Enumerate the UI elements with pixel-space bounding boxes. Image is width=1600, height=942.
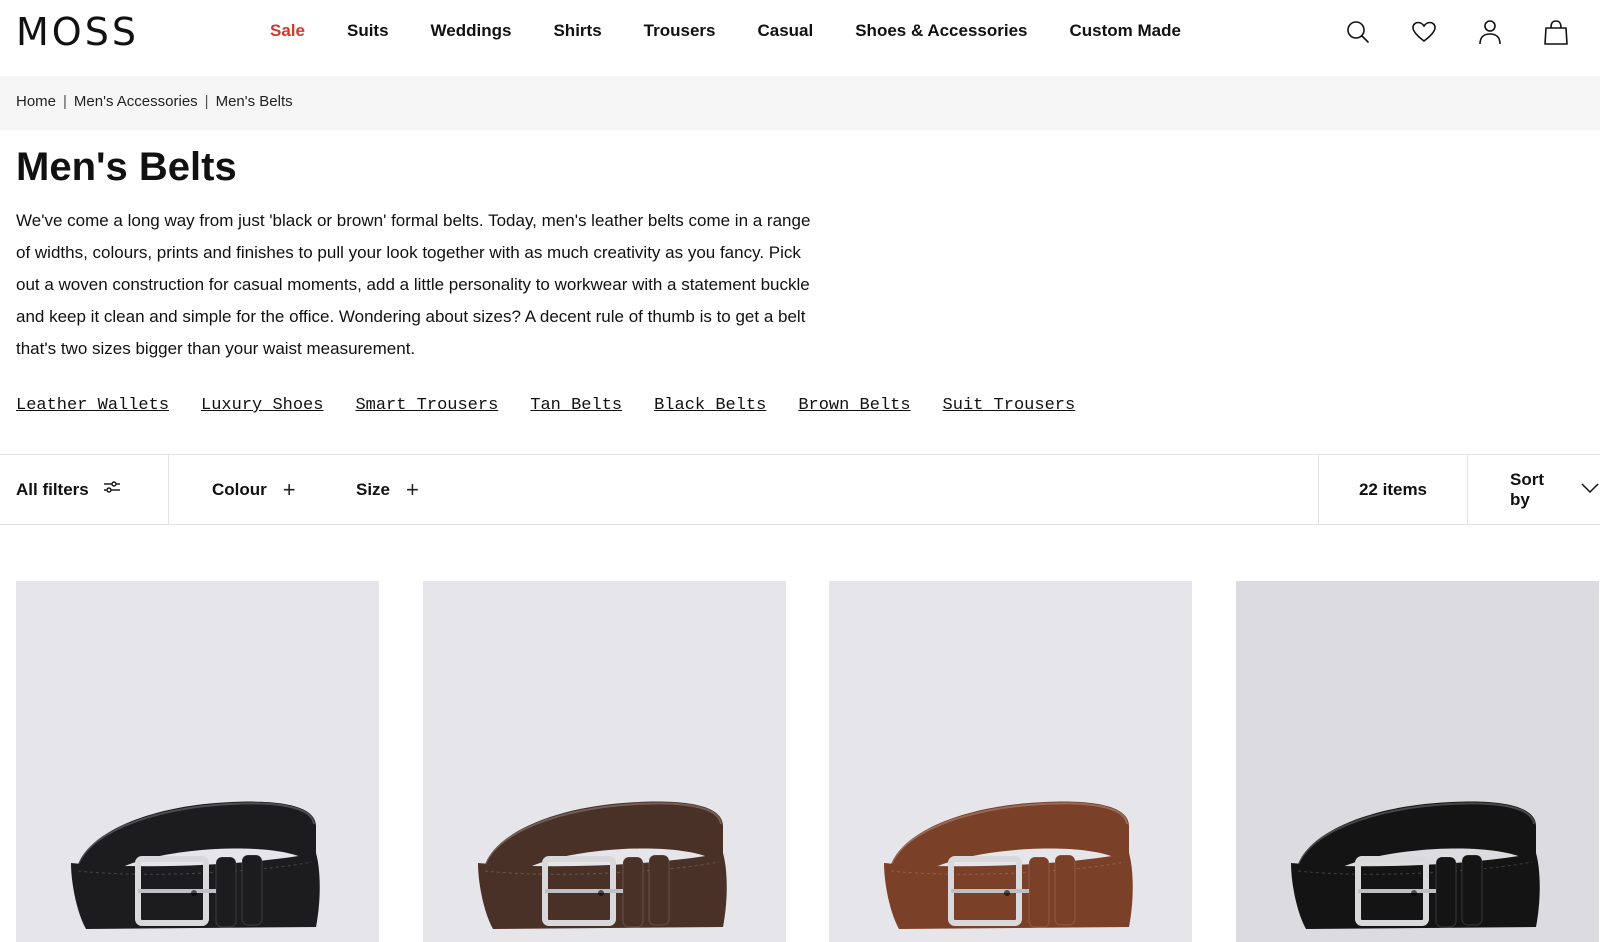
breadcrumb-separator: | — [63, 93, 67, 110]
sort-by-dropdown[interactable]: Sort by — [1510, 455, 1600, 524]
nav-custom-made[interactable]: Custom Made — [1070, 20, 1181, 42]
nav-weddings[interactable]: Weddings — [431, 20, 512, 42]
colour-filter-label: Colour — [212, 479, 267, 499]
product-card-black-belt[interactable] — [16, 581, 379, 942]
belt-image — [884, 801, 1133, 929]
product-card-tan-belt[interactable] — [829, 581, 1192, 942]
breadcrumb-bar: Home | Men's Accessories | Men's Belts — [0, 76, 1600, 130]
breadcrumb-mens-belts[interactable]: Men's Belts — [216, 93, 293, 110]
related-link-luxury-shoes[interactable]: Luxury Shoes — [201, 396, 323, 415]
filter-bar: All filters Colour + Size + 22 items Sor… — [0, 454, 1600, 525]
category-description: We've come a long way from just 'black o… — [16, 211, 811, 358]
nav-casual[interactable]: Casual — [757, 20, 813, 42]
related-links: Leather Wallets Luxury Shoes Smart Trous… — [16, 396, 1107, 415]
header-actions — [1306, 18, 1570, 46]
related-link-smart-trousers[interactable]: Smart Trousers — [355, 396, 498, 415]
product-card-black-belt-2[interactable] — [1236, 581, 1599, 942]
belt-image — [71, 801, 320, 929]
colour-filter[interactable]: Colour + — [212, 455, 296, 524]
nav-sale[interactable]: Sale — [270, 20, 305, 42]
moss-logo[interactable]: MOSS — [16, 12, 139, 52]
sliders-icon — [103, 480, 121, 499]
main-nav: Sale Suits Weddings Shirts Trousers Casu… — [270, 20, 1223, 42]
belt-image — [478, 801, 727, 929]
breadcrumb-separator: | — [204, 93, 209, 110]
related-link-tan-belts[interactable]: Tan Belts — [530, 396, 622, 415]
plus-icon: + — [406, 476, 419, 502]
site-header: MOSS Sale Suits Weddings Shirts Trousers… — [0, 0, 1600, 76]
related-link-brown-belts[interactable]: Brown Belts — [798, 396, 910, 415]
all-filters-button[interactable]: All filters — [0, 455, 169, 524]
sort-by-label: Sort by — [1510, 469, 1544, 509]
nav-shirts[interactable]: Shirts — [553, 20, 601, 42]
all-filters-label: All filters — [16, 479, 89, 499]
nav-trousers[interactable]: Trousers — [644, 20, 716, 42]
breadcrumb-mens-accessories[interactable]: Men's Accessories — [74, 93, 198, 110]
nav-shoes-accessories[interactable]: Shoes & Accessories — [855, 20, 1027, 42]
page-title: Men's Belts — [16, 145, 237, 189]
breadcrumb-home[interactable]: Home — [16, 93, 56, 110]
items-count: 22 items — [1318, 455, 1468, 524]
search-icon[interactable] — [1344, 18, 1372, 46]
plus-icon: + — [282, 476, 296, 502]
product-card-dark-brown-belt[interactable] — [423, 581, 786, 942]
heart-icon[interactable] — [1410, 18, 1438, 46]
size-filter-label: Size — [356, 479, 391, 499]
chevron-down-icon — [1580, 481, 1600, 499]
nav-suits[interactable]: Suits — [347, 20, 389, 42]
account-icon[interactable] — [1476, 18, 1504, 46]
related-link-black-belts[interactable]: Black Belts — [654, 396, 766, 415]
belt-image — [1291, 801, 1540, 929]
bag-icon[interactable] — [1542, 18, 1570, 46]
related-link-leather-wallets[interactable]: Leather Wallets — [16, 396, 169, 415]
breadcrumb: Home | Men's Accessories | Men's Belts — [16, 93, 293, 110]
related-link-suit-trousers[interactable]: Suit Trousers — [943, 396, 1076, 415]
size-filter[interactable]: Size + — [356, 455, 419, 524]
